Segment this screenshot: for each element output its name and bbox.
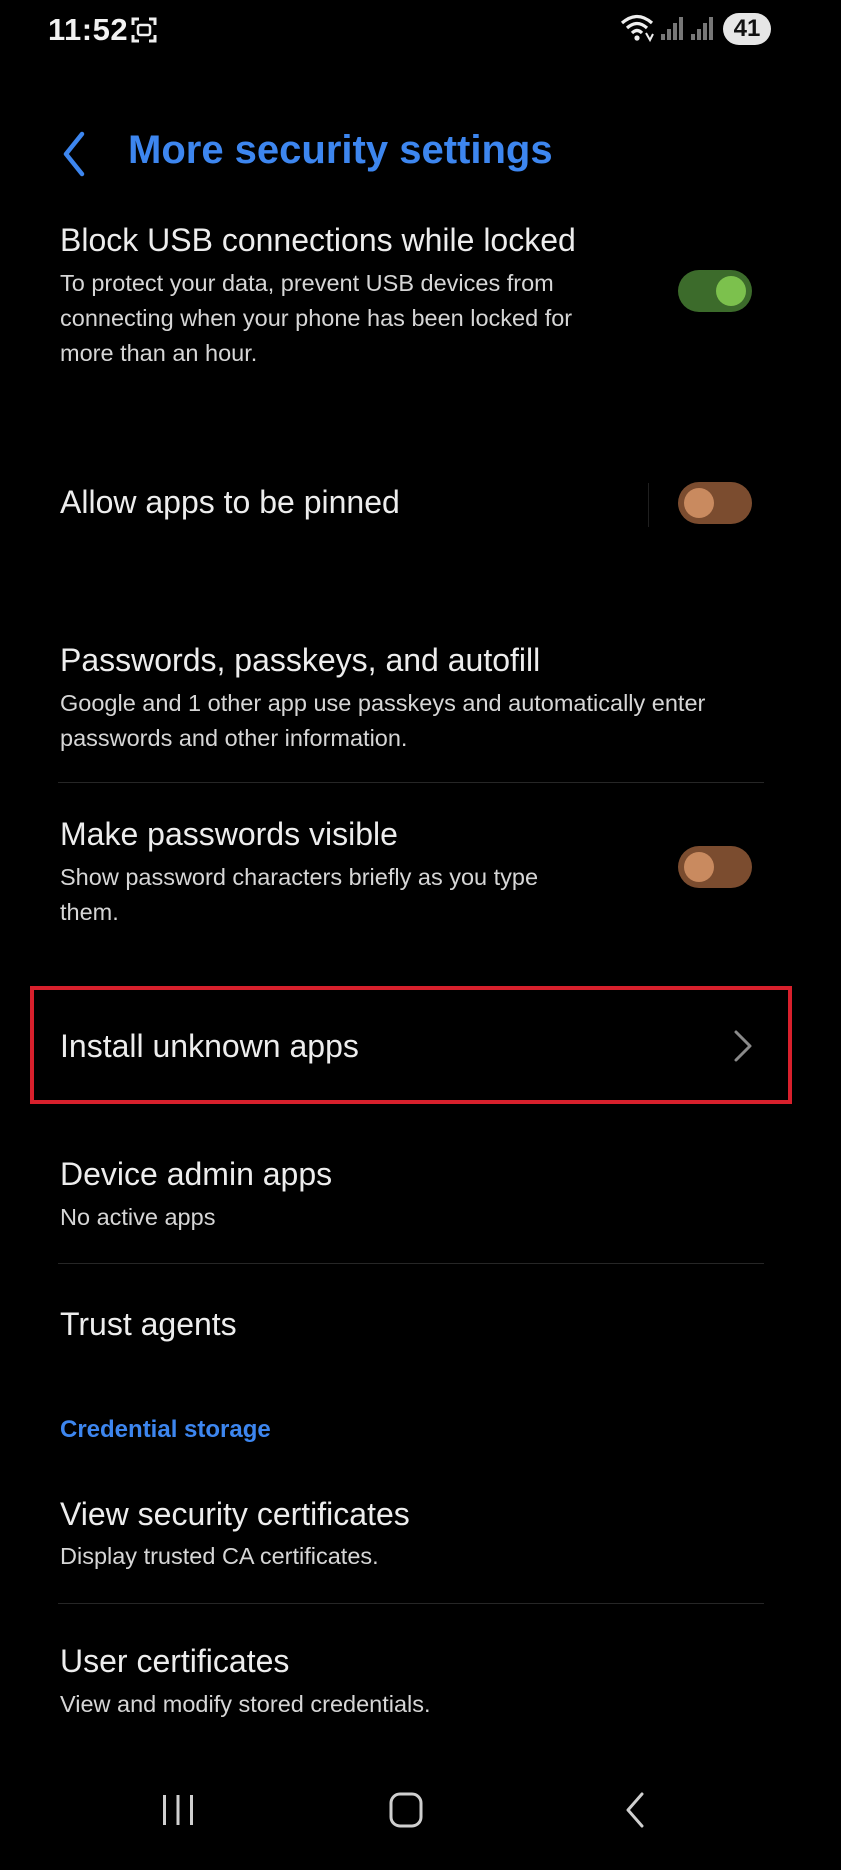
setting-subtitle-line: connecting when your phone has been lock… (60, 305, 573, 331)
battery-indicator: 41 (723, 13, 771, 45)
toggle-knob (716, 276, 746, 306)
setting-subtitle-line: View and modify stored credentials. (60, 1691, 431, 1717)
setting-subtitle-line: Show password characters briefly as you … (60, 864, 539, 890)
signal-icon (661, 17, 683, 40)
divider (58, 1263, 764, 1264)
setting-subtitle-line: To protect your data, prevent USB device… (60, 270, 554, 296)
wifi-icon (620, 14, 654, 43)
back-icon[interactable] (620, 1788, 650, 1832)
allow-pinning-toggle[interactable] (678, 482, 752, 524)
recents-icon[interactable] (158, 1792, 198, 1828)
home-icon[interactable] (388, 1790, 424, 1830)
setting-subtitle-line: Display trusted CA certificates. (60, 1543, 379, 1569)
status-time: 11:52 (48, 12, 129, 47)
setting-title: Install unknown apps (60, 1028, 359, 1064)
setting-title: User certificates (60, 1643, 290, 1679)
setting-subtitle-line: Google and 1 other app use passkeys and … (60, 690, 706, 716)
setting-subtitle-line: No active apps (60, 1204, 216, 1230)
back-button[interactable] (50, 124, 104, 184)
block-usb-toggle[interactable] (678, 270, 752, 312)
toggle-knob (684, 852, 714, 882)
vertical-separator (648, 483, 649, 527)
divider (58, 782, 764, 783)
setting-title: Allow apps to be pinned (60, 484, 400, 520)
signal-icon (691, 17, 713, 40)
setting-title: Make passwords visible (60, 816, 398, 852)
section-header-credential-storage: Credential storage (60, 1416, 271, 1443)
setting-subtitle-line: passwords and other information. (60, 725, 408, 751)
setting-subtitle-line: them. (60, 899, 119, 925)
chevron-left-icon (63, 131, 85, 177)
setting-subtitle-line: more than an hour. (60, 340, 258, 366)
setting-title: Device admin apps (60, 1156, 333, 1192)
page-title: More security settings (128, 128, 553, 172)
passwords-visible-toggle[interactable] (678, 846, 752, 888)
divider (58, 1603, 764, 1604)
setting-title: View security certificates (60, 1496, 410, 1532)
chevron-right-icon (734, 1030, 752, 1062)
toggle-knob (684, 488, 714, 518)
setting-title: Trust agents (60, 1306, 237, 1342)
screenshot-icon (131, 17, 157, 43)
setting-title: Passwords, passkeys, and autofill (60, 642, 541, 678)
setting-title: Block USB connections while locked (60, 222, 576, 258)
